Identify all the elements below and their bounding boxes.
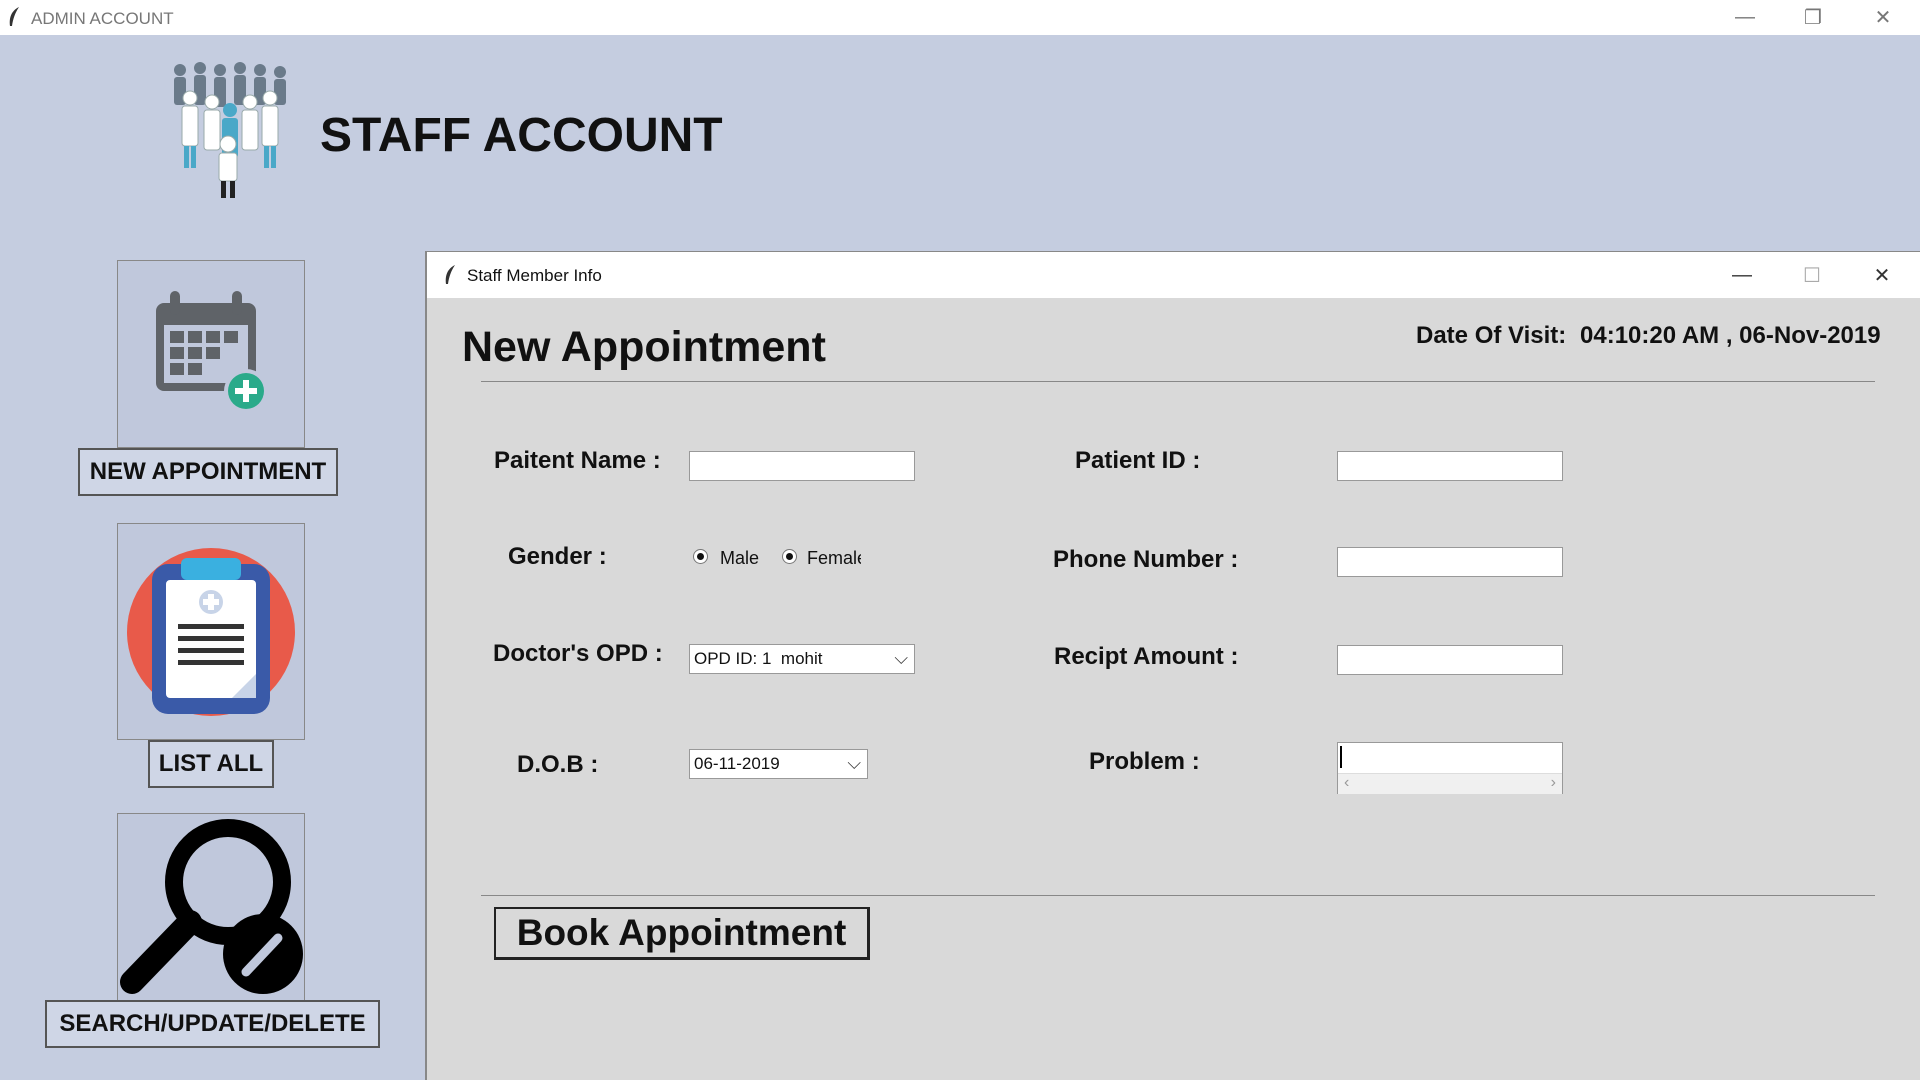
patient-name-label: Paitent Name : (494, 447, 661, 474)
patient-id-input[interactable] (1337, 451, 1563, 481)
gender-male-radio[interactable] (693, 549, 708, 564)
doctor-opd-value: OPD ID: 1 mohit (694, 649, 823, 668)
chevron-down-icon[interactable]: ⌵ (847, 753, 861, 774)
date-of-visit-value: 04:10:20 AM , 06-Nov-2019 (1580, 322, 1881, 349)
footer-separator (481, 895, 1875, 896)
clipboard-icon (127, 548, 295, 716)
list-all-tile[interactable] (117, 523, 305, 740)
search-tile[interactable] (117, 813, 305, 1001)
page-heading: STAFF ACCOUNT (320, 109, 723, 162)
gender-label: Gender : (508, 543, 607, 570)
problem-input[interactable]: ‹ › (1337, 742, 1563, 794)
new-appointment-tile[interactable] (117, 260, 305, 448)
scroll-left-icon[interactable]: ‹ (1344, 774, 1349, 792)
receipt-amount-input[interactable] (1337, 645, 1563, 675)
feather-icon (9, 7, 19, 26)
dialog-heading: New Appointment (462, 323, 826, 371)
gender-male-label: Male (720, 548, 760, 568)
dialog-maximize-button[interactable]: ☐ (1777, 258, 1847, 293)
scroll-right-icon[interactable]: › (1551, 774, 1556, 792)
patient-name-input[interactable] (689, 451, 915, 481)
gender-female-radio[interactable] (782, 549, 797, 564)
book-appointment-button[interactable]: Book Appointment (494, 907, 870, 960)
phone-number-label: Phone Number : (1053, 546, 1239, 573)
text-cursor (1340, 746, 1342, 768)
app-titlebar: ADMIN ACCOUNT — ❐ ✕ (0, 0, 1920, 35)
search-update-delete-button[interactable]: SEARCH/UPDATE/DELETE (45, 1000, 380, 1048)
dialog-minimize-button[interactable]: — (1707, 258, 1777, 293)
staff-group-icon (174, 62, 286, 198)
dialog-close-button[interactable]: ✕ (1847, 258, 1917, 293)
chevron-down-icon[interactable]: ⌵ (894, 648, 908, 669)
dob-label: D.O.B : (517, 751, 599, 778)
receipt-amount-label: Recipt Amount : (1054, 643, 1239, 670)
search-edit-icon (120, 819, 303, 994)
gender-female-label: Female (807, 548, 861, 568)
app-title: ADMIN ACCOUNT (31, 9, 174, 28)
patient-id-label: Patient ID : (1075, 447, 1201, 474)
problem-label: Problem : (1089, 748, 1200, 775)
doctor-opd-label: Doctor's OPD : (493, 640, 663, 667)
calendar-add-icon (156, 291, 268, 413)
doctor-opd-select[interactable]: OPD ID: 1 mohit ⌵ (689, 644, 915, 674)
close-button[interactable]: ✕ (1848, 0, 1918, 35)
problem-scrollbar[interactable]: ‹ › (1338, 773, 1562, 794)
dialog-title: Staff Member Info (467, 266, 602, 285)
phone-number-input[interactable] (1337, 547, 1563, 577)
dialog-titlebar: Staff Member Info — ☐ ✕ (427, 252, 1920, 298)
header-separator (481, 381, 1875, 382)
list-all-button[interactable]: LIST ALL (148, 740, 274, 788)
feather-icon (445, 265, 455, 284)
dob-select[interactable]: 06-11-2019 ⌵ (689, 749, 868, 779)
minimize-button[interactable]: — (1710, 0, 1780, 35)
dob-value: 06-11-2019 (694, 754, 780, 773)
date-of-visit-label: Date Of Visit: (1416, 322, 1567, 349)
new-appointment-button[interactable]: NEW APPOINTMENT (78, 448, 338, 496)
restore-button[interactable]: ❐ (1778, 0, 1848, 35)
